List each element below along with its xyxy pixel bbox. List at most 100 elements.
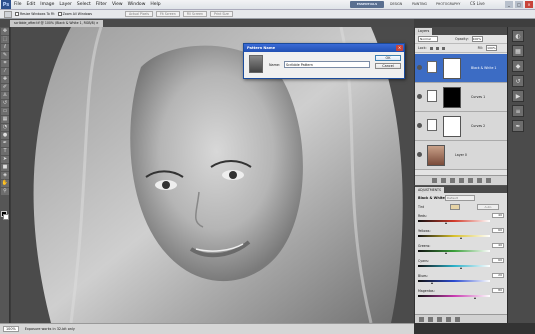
slider-track[interactable] xyxy=(418,250,490,252)
slider-track[interactable] xyxy=(418,280,490,282)
workspace-photography[interactable]: PHOTOGRAPHY xyxy=(436,2,460,6)
back-arrow-icon[interactable] xyxy=(419,317,424,322)
pattern-name-input[interactable] xyxy=(284,61,370,68)
zoom-all-checkbox[interactable] xyxy=(57,12,62,16)
layers-tab[interactable]: Layers xyxy=(415,28,433,35)
move-tool-icon[interactable]: ✥ xyxy=(1,28,9,35)
trash-icon[interactable] xyxy=(455,317,460,322)
menu-filter[interactable]: Filter xyxy=(96,2,107,7)
slider-value-field[interactable]: 40 xyxy=(492,243,504,248)
shape-tool-icon[interactable]: ■ xyxy=(1,164,9,171)
color-panel-icon[interactable]: ◐ xyxy=(512,30,524,42)
link-layers-icon[interactable] xyxy=(432,178,437,183)
blend-mode-select[interactable]: Normal xyxy=(418,36,438,42)
workspace-design[interactable]: DESIGN xyxy=(390,2,402,6)
clone-stamp-tool-icon[interactable]: ♙ xyxy=(1,92,9,99)
new-adjustment-icon[interactable] xyxy=(459,178,464,183)
layer-mask-thumbnail[interactable] xyxy=(443,87,461,108)
document-tab[interactable]: scribble_after.tif @ 100% (Black & White… xyxy=(10,20,103,27)
history-brush-tool-icon[interactable]: ↺ xyxy=(1,100,9,107)
zoom-level[interactable]: 100% xyxy=(3,326,19,332)
workspace-essentials[interactable]: ESSENTIALS xyxy=(350,1,384,8)
slider-handle[interactable] xyxy=(459,267,462,269)
menu-view[interactable]: View xyxy=(112,2,123,7)
auto-button[interactable]: Auto xyxy=(477,204,499,210)
type-tool-icon[interactable]: T xyxy=(1,148,9,155)
slider-track[interactable] xyxy=(418,295,490,297)
menu-select[interactable]: Select xyxy=(77,2,91,7)
slider-handle[interactable] xyxy=(430,282,433,284)
layer-row-curves-1[interactable]: Curves 1 xyxy=(415,83,508,112)
layer-row-layer-0[interactable]: Layer 0 xyxy=(415,141,508,170)
lock-all-icon[interactable] xyxy=(441,46,445,50)
menu-file[interactable]: File xyxy=(14,2,22,7)
new-layer-icon[interactable] xyxy=(477,178,482,183)
dialog-close-button[interactable]: × xyxy=(396,45,403,51)
fit-screen-button[interactable]: Fit Screen xyxy=(156,11,180,17)
slider-value-field[interactable]: 60 xyxy=(492,228,504,233)
slider-handle[interactable] xyxy=(445,252,448,254)
zoom-tool-icon[interactable]: ⚲ xyxy=(1,188,9,195)
crop-tool-icon[interactable]: ⌗ xyxy=(1,60,9,67)
slider-track[interactable] xyxy=(418,265,490,267)
actions-panel-icon[interactable]: ▶ xyxy=(512,90,524,102)
fill-field[interactable]: 100% xyxy=(486,45,498,51)
menu-help[interactable]: Help xyxy=(150,2,160,7)
fill-screen-button[interactable]: Fill Screen xyxy=(182,11,207,17)
pen-tool-icon[interactable]: ✒ xyxy=(1,140,9,147)
visibility-eye-icon[interactable] xyxy=(417,65,422,70)
hand-tool-icon[interactable]: ✋ xyxy=(1,180,9,187)
layer-row-black-white[interactable]: Black & White 1 xyxy=(415,54,508,83)
add-mask-icon[interactable] xyxy=(450,178,455,183)
ok-button[interactable]: OK xyxy=(375,55,401,61)
maximize-button[interactable]: □ xyxy=(515,1,523,8)
brush-tool-icon[interactable]: ✐ xyxy=(1,84,9,91)
path-select-tool-icon[interactable]: ➤ xyxy=(1,156,9,163)
blur-tool-icon[interactable]: ◔ xyxy=(1,124,9,131)
minimize-button[interactable]: _ xyxy=(505,1,513,8)
menu-edit[interactable]: Edit xyxy=(27,2,36,7)
reset-icon[interactable] xyxy=(446,317,451,322)
lock-position-icon[interactable] xyxy=(435,46,439,50)
slider-track[interactable] xyxy=(418,235,490,237)
opacity-field[interactable]: 100% xyxy=(471,36,483,42)
3d-tool-icon[interactable]: ◈ xyxy=(1,172,9,179)
slider-handle[interactable] xyxy=(445,222,448,224)
marquee-tool-icon[interactable]: ⬚ xyxy=(1,36,9,43)
menu-layer[interactable]: Layer xyxy=(59,2,72,7)
gradient-tool-icon[interactable]: ▦ xyxy=(1,116,9,123)
resize-windows-checkbox[interactable] xyxy=(15,12,19,16)
lasso-tool-icon[interactable]: ℓ xyxy=(1,44,9,51)
healing-brush-tool-icon[interactable]: ✚ xyxy=(1,76,9,83)
paths-panel-icon[interactable]: ✒ xyxy=(512,120,524,132)
slider-track[interactable] xyxy=(418,220,490,222)
layer-style-icon[interactable] xyxy=(441,178,446,183)
preset-select[interactable]: Default xyxy=(445,195,475,201)
print-size-button[interactable]: Print Size xyxy=(209,11,233,17)
cancel-button[interactable]: Cancel xyxy=(375,63,401,69)
workspace-painting[interactable]: PAINTING xyxy=(412,2,427,6)
dodge-tool-icon[interactable]: ● xyxy=(1,132,9,139)
slider-handle[interactable] xyxy=(474,297,477,299)
cs-live-button[interactable]: CS Live xyxy=(470,1,485,6)
eraser-tool-icon[interactable]: ▭ xyxy=(1,108,9,115)
lock-pixels-icon[interactable] xyxy=(429,46,433,50)
clip-layer-icon[interactable] xyxy=(428,317,433,322)
quick-select-tool-icon[interactable]: ✎ xyxy=(1,52,9,59)
trash-icon[interactable] xyxy=(486,178,491,183)
slider-handle[interactable] xyxy=(459,237,462,239)
visibility-eye-icon[interactable] xyxy=(417,152,422,157)
menu-window[interactable]: Window xyxy=(128,2,146,7)
background-color-swatch[interactable] xyxy=(3,214,9,220)
slider-value-field[interactable]: 80 xyxy=(492,288,504,293)
slider-value-field[interactable]: 20 xyxy=(492,273,504,278)
slider-value-field[interactable]: 40 xyxy=(492,213,504,218)
actual-pixels-button[interactable]: Actual Pixels xyxy=(124,11,154,17)
swatches-panel-icon[interactable]: ▦ xyxy=(512,45,524,57)
resize-windows-option[interactable]: Resize Windows To Fit xyxy=(15,12,55,16)
layer-thumbnail[interactable] xyxy=(427,145,445,166)
layer-mask-thumbnail[interactable] xyxy=(443,116,461,137)
visibility-eye-icon[interactable] xyxy=(417,94,422,99)
adjustments-tab[interactable]: ADJUSTMENTS xyxy=(415,187,444,193)
zoom-tool-preset-icon[interactable] xyxy=(4,10,12,18)
